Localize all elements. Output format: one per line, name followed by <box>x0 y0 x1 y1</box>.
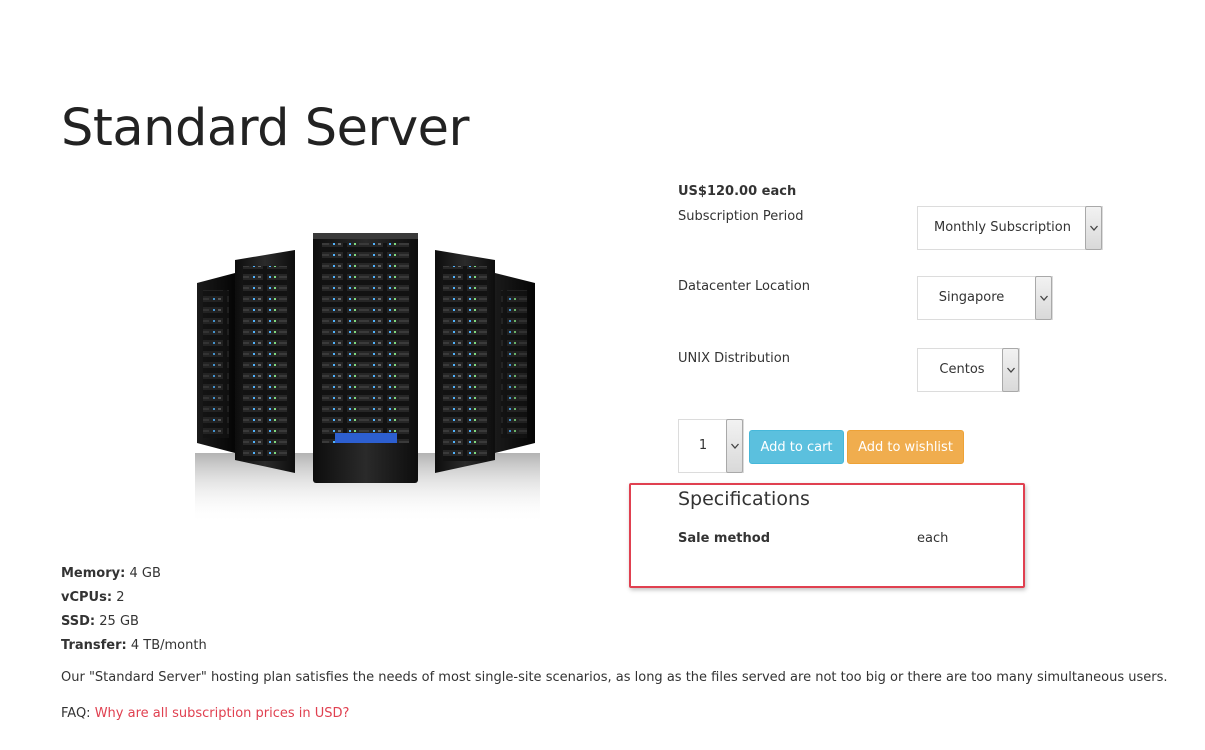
chevron-down-icon[interactable] <box>1035 276 1052 320</box>
quantity-value: 1 <box>698 438 708 453</box>
quantity-select[interactable]: 1 <box>678 419 744 473</box>
feature-key: vCPUs: <box>61 590 113 605</box>
feature-key: SSD: <box>61 614 96 629</box>
subscription-period-label: Subscription Period <box>678 209 804 224</box>
unix-distribution-select[interactable]: Centos <box>917 348 1020 392</box>
product-image <box>195 233 540 523</box>
specifications-title: Specifications <box>678 488 810 510</box>
product-description: Our "Standard Server" hosting plan satis… <box>61 670 1168 685</box>
page-title: Standard Server <box>61 99 469 158</box>
faq-link[interactable]: Why are all subscription prices in USD? <box>95 706 350 721</box>
add-to-wishlist-button[interactable]: Add to wishlist <box>847 430 964 464</box>
subscription-period-select[interactable]: Monthly Subscription <box>917 206 1103 250</box>
faq-prefix: FAQ: <box>61 706 91 721</box>
feature-memory: Memory: 4 GB <box>61 562 207 586</box>
chevron-down-icon[interactable] <box>1002 348 1019 392</box>
feature-transfer: Transfer: 4 TB/month <box>61 634 207 658</box>
datacenter-location-label: Datacenter Location <box>678 279 810 294</box>
spec-key-sale-method: Sale method <box>678 531 771 546</box>
chevron-down-icon[interactable] <box>1085 206 1102 250</box>
feature-key: Transfer: <box>61 638 127 653</box>
feature-list: Memory: 4 GB vCPUs: 2 SSD: 25 GB Transfe… <box>61 562 207 658</box>
unix-distribution-label: UNIX Distribution <box>678 351 790 366</box>
unix-distribution-value: Centos <box>939 362 985 377</box>
chevron-down-icon[interactable] <box>726 419 743 473</box>
feature-value: 4 TB/month <box>130 638 207 653</box>
add-to-cart-button[interactable]: Add to cart <box>749 430 844 464</box>
spec-value-sale-method: each <box>917 531 949 546</box>
feature-value: 4 GB <box>129 566 161 581</box>
datacenter-location-value: Singapore <box>938 290 1005 305</box>
feature-ssd: SSD: 25 GB <box>61 610 207 634</box>
datacenter-location-select[interactable]: Singapore <box>917 276 1053 320</box>
faq-line: FAQ: Why are all subscription prices in … <box>61 706 349 721</box>
feature-vcpus: vCPUs: 2 <box>61 586 207 610</box>
product-price: US$120.00 each <box>678 184 797 199</box>
subscription-period-value: Monthly Subscription <box>934 220 1071 235</box>
feature-key: Memory: <box>61 566 126 581</box>
feature-value: 2 <box>116 590 125 605</box>
feature-value: 25 GB <box>99 614 139 629</box>
